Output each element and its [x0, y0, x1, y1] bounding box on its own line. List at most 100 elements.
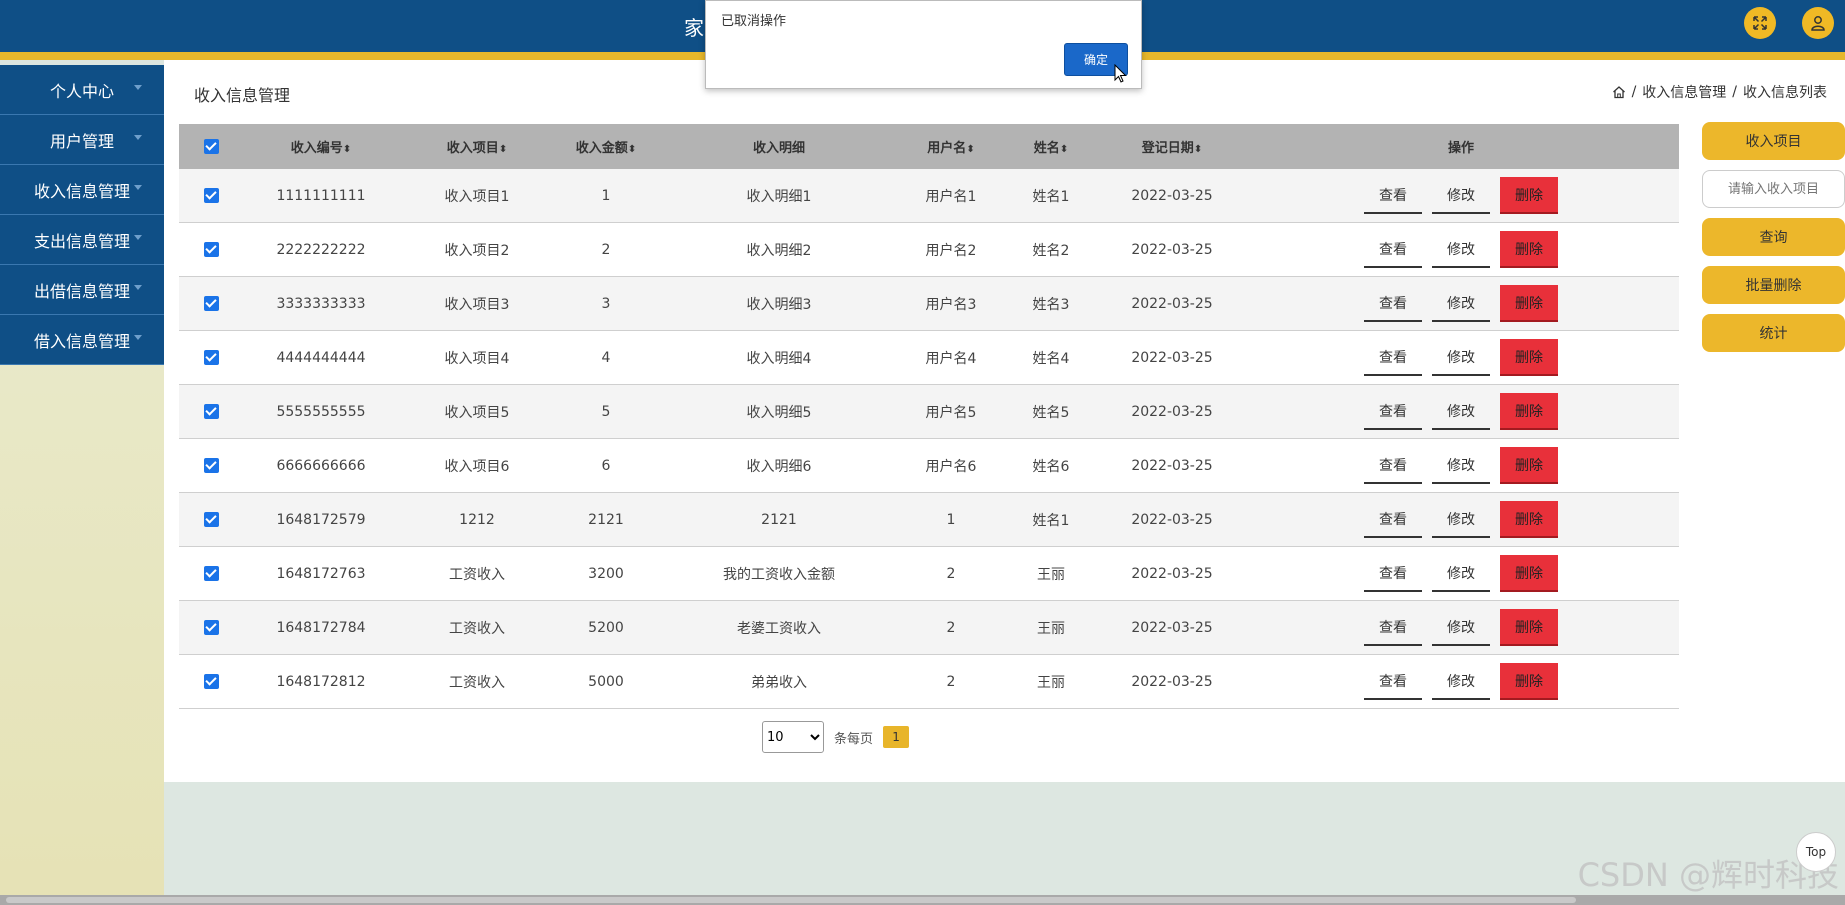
- view-button[interactable]: 查看: [1364, 177, 1422, 214]
- breadcrumb-item[interactable]: 收入信息管理: [1642, 82, 1726, 102]
- statistics-button[interactable]: 统计: [1702, 314, 1845, 352]
- sort-icon[interactable]: ⬍: [1194, 144, 1202, 155]
- view-button[interactable]: 查看: [1364, 555, 1422, 592]
- edit-button[interactable]: 修改: [1432, 555, 1490, 592]
- chevron-down-icon: [134, 135, 142, 140]
- table-row: 1648172763 工资收入 3200 我的工资收入金额 2 王丽 2022-03-25 查…: [179, 547, 1679, 601]
- sidebar-item-label: 借入信息管理: [33, 331, 130, 351]
- cell-income-detail: 老婆工资收入: [737, 620, 821, 637]
- delete-button[interactable]: 删除: [1500, 663, 1558, 700]
- row-actions: 查看 修改 删除: [1243, 663, 1679, 700]
- batch-delete-button[interactable]: 批量删除: [1702, 266, 1845, 304]
- delete-button[interactable]: 删除: [1500, 177, 1558, 214]
- row-checkbox[interactable]: [203, 512, 219, 527]
- sort-icon[interactable]: ⬍: [966, 144, 974, 155]
- row-checkbox[interactable]: [203, 242, 219, 257]
- edit-button[interactable]: 修改: [1432, 663, 1490, 700]
- view-button[interactable]: 查看: [1364, 393, 1422, 430]
- cell-date: 2022-03-25: [1131, 187, 1213, 204]
- cell-income-detail: 我的工资收入金额: [723, 566, 835, 583]
- cell-date: 2022-03-25: [1131, 295, 1213, 312]
- scrollbar-thumb[interactable]: [6, 897, 1576, 903]
- sort-icon[interactable]: ⬍: [343, 144, 351, 155]
- edit-button[interactable]: 修改: [1432, 447, 1490, 484]
- search-input[interactable]: [1702, 170, 1845, 208]
- sidebar-item-personal-center[interactable]: 个人中心: [0, 65, 164, 115]
- edit-button[interactable]: 修改: [1432, 501, 1490, 538]
- row-checkbox[interactable]: [203, 188, 219, 203]
- income-item-button[interactable]: 收入项目: [1702, 122, 1845, 160]
- edit-button[interactable]: 修改: [1432, 393, 1490, 430]
- query-button[interactable]: 查询: [1702, 218, 1845, 256]
- cell-income-no: 3333333333: [276, 295, 366, 312]
- row-checkbox[interactable]: [203, 404, 219, 419]
- column-header-income-amount[interactable]: 收入金额⬍: [555, 137, 657, 156]
- view-button[interactable]: 查看: [1364, 501, 1422, 538]
- row-checkbox[interactable]: [203, 458, 219, 473]
- delete-button[interactable]: 删除: [1500, 555, 1558, 592]
- edit-button[interactable]: 修改: [1432, 177, 1490, 214]
- home-icon[interactable]: [1612, 85, 1626, 99]
- delete-button[interactable]: 删除: [1500, 501, 1558, 538]
- row-checkbox[interactable]: [203, 296, 219, 311]
- app-title: 家: [684, 16, 704, 40]
- column-header-date[interactable]: 登记日期⬍: [1101, 137, 1243, 156]
- delete-button[interactable]: 删除: [1500, 285, 1558, 322]
- row-checkbox[interactable]: [203, 566, 219, 581]
- delete-button[interactable]: 删除: [1500, 447, 1558, 484]
- edit-button[interactable]: 修改: [1432, 285, 1490, 322]
- page-button-current[interactable]: 1: [883, 726, 910, 748]
- cell-income-amount: 5200: [588, 619, 624, 636]
- table-row: 1648172812 工资收入 5000 弟弟收入 2 王丽 2022-03-25 查看 修改删…: [179, 655, 1679, 709]
- cell-name: 姓名1: [1032, 188, 1070, 205]
- view-button[interactable]: 查看: [1364, 231, 1422, 268]
- column-header-username[interactable]: 用户名⬍: [901, 137, 1001, 156]
- row-checkbox[interactable]: [203, 674, 219, 689]
- row-actions: 查看 修改 删除: [1243, 339, 1679, 376]
- sidebar-item-lending[interactable]: 出借信息管理: [0, 265, 164, 315]
- view-button[interactable]: 查看: [1364, 609, 1422, 646]
- row-actions: 查看 修改 删除: [1243, 555, 1679, 592]
- row-checkbox[interactable]: [203, 350, 219, 365]
- cell-income-amount: 3: [601, 295, 611, 312]
- delete-button[interactable]: 删除: [1500, 393, 1558, 430]
- column-header-income-item[interactable]: 收入项目⬍: [399, 137, 555, 156]
- view-button[interactable]: 查看: [1364, 285, 1422, 322]
- fullscreen-button[interactable]: [1744, 7, 1776, 39]
- sidebar-item-user-management[interactable]: 用户管理: [0, 115, 164, 165]
- sidebar-item-income[interactable]: 收入信息管理: [0, 165, 164, 215]
- delete-button[interactable]: 删除: [1500, 231, 1558, 268]
- delete-button[interactable]: 删除: [1500, 339, 1558, 376]
- sort-icon[interactable]: ⬍: [1060, 144, 1068, 155]
- cell-income-detail: 收入明细6: [746, 458, 812, 475]
- sidebar-item-borrowing[interactable]: 借入信息管理: [0, 315, 164, 365]
- pagination: 10 条每页 1: [762, 721, 910, 753]
- back-to-top-button[interactable]: Top: [1796, 832, 1836, 872]
- view-button[interactable]: 查看: [1364, 339, 1422, 376]
- row-checkbox[interactable]: [203, 620, 219, 635]
- page-size-select[interactable]: 10: [762, 721, 824, 753]
- select-all-checkbox[interactable]: [203, 139, 219, 154]
- edit-button[interactable]: 修改: [1432, 609, 1490, 646]
- delete-button[interactable]: 删除: [1500, 609, 1558, 646]
- column-header-income-no[interactable]: 收入编号⬍: [243, 137, 399, 156]
- cell-income-amount: 1: [601, 187, 611, 204]
- chevron-down-icon: [134, 335, 142, 340]
- view-button[interactable]: 查看: [1364, 447, 1422, 484]
- view-button[interactable]: 查看: [1364, 663, 1422, 700]
- cell-name: 姓名6: [1032, 458, 1070, 475]
- column-header-name[interactable]: 姓名⬍: [1001, 137, 1101, 156]
- cell-name: 姓名3: [1032, 296, 1070, 313]
- sort-icon[interactable]: ⬍: [499, 144, 507, 155]
- table-header-row: 收入编号⬍ 收入项目⬍ 收入金额⬍ 收入明细 用户名⬍ 姓名⬍ 登记日期⬍ 操作: [179, 124, 1679, 169]
- row-actions: 查看 修改 删除: [1243, 393, 1679, 430]
- cell-income-item: 收入项目5: [444, 404, 510, 421]
- table-body: 1111111111 收入项目1 1 收入明细1 用户名1 姓名1 2022-03-25 查看…: [179, 169, 1679, 709]
- sidebar-item-expense[interactable]: 支出信息管理: [0, 215, 164, 265]
- sort-icon[interactable]: ⬍: [628, 144, 636, 155]
- mouse-cursor-icon: [1114, 64, 1127, 83]
- edit-button[interactable]: 修改: [1432, 231, 1490, 268]
- cell-income-amount: 5: [601, 403, 611, 420]
- edit-button[interactable]: 修改: [1432, 339, 1490, 376]
- user-button[interactable]: [1802, 7, 1834, 39]
